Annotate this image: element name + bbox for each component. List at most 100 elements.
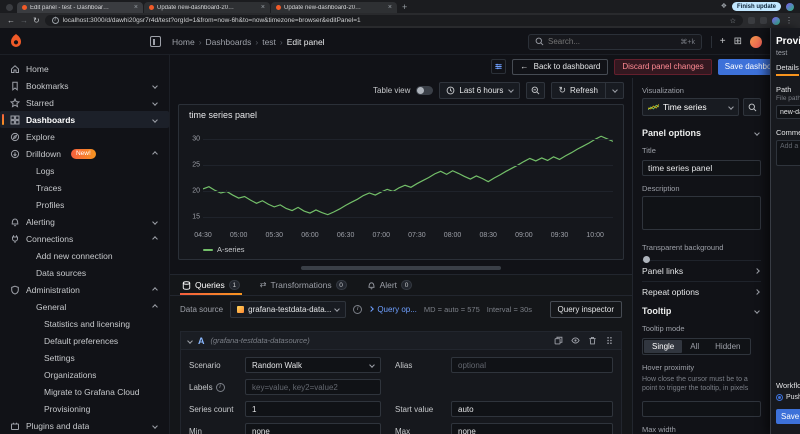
visualization-select[interactable]: Time series [642,98,739,116]
edit-pane-toggle-icon[interactable] [491,59,506,74]
url-field[interactable]: i localhost:3000/d/dawhi20gsr7r4d/test?o… [45,15,743,26]
new-tab-icon[interactable]: + [402,3,407,12]
chevron-down-icon[interactable] [187,338,193,344]
sidebar-item-home[interactable]: Home [0,60,169,77]
datasource-select[interactable]: grafana-testdata-data... [230,301,346,318]
browser-tab-1[interactable]: Edit panel - test - Dashboar… × [17,2,143,13]
panel-title-input[interactable] [642,160,761,176]
discard-panel-changes-button[interactable]: Discard panel changes [614,59,711,75]
sidebar-item-alerting[interactable]: Alerting [0,213,169,230]
apps-grid-icon[interactable]: ⊞ [734,37,742,47]
sidebar-item-starred[interactable]: Starred [0,94,169,111]
chart-legend[interactable]: A-series [203,245,245,254]
reload-icon[interactable]: ↻ [33,17,40,25]
back-icon[interactable]: ← [7,17,15,25]
time-range-picker[interactable]: Last 6 hours [439,82,520,99]
tooltip-mode-all[interactable]: All [682,340,707,353]
labels-input[interactable] [245,379,381,395]
sidebar-item-default-preferences[interactable]: Default preferences [0,332,169,349]
extensions-icon[interactable]: ❖ [721,3,727,10]
sidebar-item-bookmarks[interactable]: Bookmarks [0,77,169,94]
mega-menu-dock-icon[interactable] [150,36,161,47]
tab-close-icon[interactable]: × [388,4,392,11]
back-to-dashboard-button[interactable]: ← Back to dashboard [512,59,608,75]
tab-close-icon[interactable]: × [261,4,265,11]
zoom-out-button[interactable] [526,82,545,99]
trash-icon[interactable] [588,336,597,345]
query-inspector-button[interactable]: Query inspector [550,301,622,318]
sidebar-item-migrate-to-grafana-cloud[interactable]: Migrate to Grafana Cloud [0,383,169,400]
breadcrumb-dashboards[interactable]: Dashboards [206,37,252,47]
sidebar-item-profiles[interactable]: Profiles [0,196,169,213]
add-icon[interactable]: + [720,37,726,47]
workflow-push-option[interactable]: Push [776,394,800,401]
sidebar-item-data-sources[interactable]: Data sources [0,264,169,281]
hover-proximity-input[interactable] [642,401,761,417]
sidebar-item-administration[interactable]: Administration [0,281,169,298]
extension-icon[interactable] [760,17,767,24]
bookmark-star-icon[interactable]: ☆ [730,17,736,25]
eye-icon[interactable] [571,336,580,345]
tooltip-mode-hidden[interactable]: Hidden [707,340,748,353]
tab-alert[interactable]: Alert 0 [365,275,414,295]
min-input[interactable] [245,423,381,434]
sidebar-item-statistics-and-licensing[interactable]: Statistics and licensing [0,315,169,332]
query-options-toggle[interactable]: Query op... [369,305,417,314]
visualization-search-button[interactable] [743,98,761,116]
max-input[interactable] [451,423,613,434]
breadcrumb-home[interactable]: Home [172,37,195,47]
sidebar-item-general[interactable]: General [0,298,169,315]
sidebar-item-traces[interactable]: Traces [0,179,169,196]
info-icon[interactable]: i [353,305,362,314]
duplicate-icon[interactable] [554,336,563,345]
browser-profile-avatar[interactable] [772,17,780,25]
sidebar-item-connections[interactable]: Connections [0,230,169,247]
sidebar-item-provisioning[interactable]: Provisioning [0,400,169,417]
series-count-input[interactable] [245,401,381,417]
drawer-save-button[interactable]: Save [776,409,800,424]
alias-input[interactable] [451,357,613,373]
tooltip-mode-single[interactable]: Single [644,340,682,353]
drawer-tab-details[interactable]: Details [776,63,799,76]
breadcrumb-dashboard-name[interactable]: test [262,37,276,47]
drag-grip-icon[interactable] [605,336,614,345]
refresh-button[interactable]: ↻ Refresh [551,82,624,99]
panel-links-row[interactable]: Panel links [642,260,761,281]
sidebar-item-drilldown[interactable]: DrilldownNew! [0,145,169,162]
tab-transformations[interactable]: ⇄ Transformations 0 [258,275,349,295]
browser-tab-2[interactable]: Update new-dashboard-20… × [144,2,270,13]
tab-close-icon[interactable]: × [134,4,138,11]
tab-search-icon[interactable] [6,4,13,11]
refresh-dropdown[interactable] [605,83,617,98]
scenario-select[interactable]: Random Walk [245,357,381,373]
tab-queries[interactable]: Queries 1 [180,275,242,295]
browser-tab-3[interactable]: Update new-dashboard-20… × [271,2,397,13]
repeat-options-row[interactable]: Repeat options [642,281,761,302]
panel-options-header[interactable]: Panel options [642,128,761,138]
search-input[interactable] [548,37,676,46]
user-avatar[interactable] [750,36,762,48]
browser-menu-icon[interactable]: ⋮ [785,16,793,25]
search-box[interactable]: ⌘+k [528,34,702,50]
comment-input[interactable] [776,140,800,166]
sidebar-item-organizations[interactable]: Organizations [0,366,169,383]
panel-preview[interactable]: time series panel 15202530 04:3005:0005:… [178,104,624,260]
table-view-toggle[interactable] [416,86,433,95]
sidebar-item-explore[interactable]: Explore [0,128,169,145]
sidebar-item-add-new-connection[interactable]: Add new connection [0,247,169,264]
finish-update-button[interactable]: Finish update [732,2,781,11]
browser-profile-avatar[interactable] [786,3,794,11]
panel-description-input[interactable] [642,196,761,230]
tooltip-header[interactable]: Tooltip [642,306,761,316]
sidebar-item-dashboards[interactable]: Dashboards [0,111,169,128]
pane-resize-handle[interactable] [301,266,501,270]
info-icon[interactable]: i [216,383,225,392]
sidebar-item-logs[interactable]: Logs [0,162,169,179]
query-row-header[interactable]: A (grafana-testdata-datasource) [181,332,621,350]
grafana-logo-icon[interactable] [8,33,24,49]
site-info-icon[interactable]: i [52,17,59,24]
extension-icon[interactable] [748,17,755,24]
path-input[interactable] [776,105,800,119]
sidebar-item-plugins-and-data[interactable]: Plugins and data [0,417,169,434]
start-value-input[interactable] [451,401,613,417]
